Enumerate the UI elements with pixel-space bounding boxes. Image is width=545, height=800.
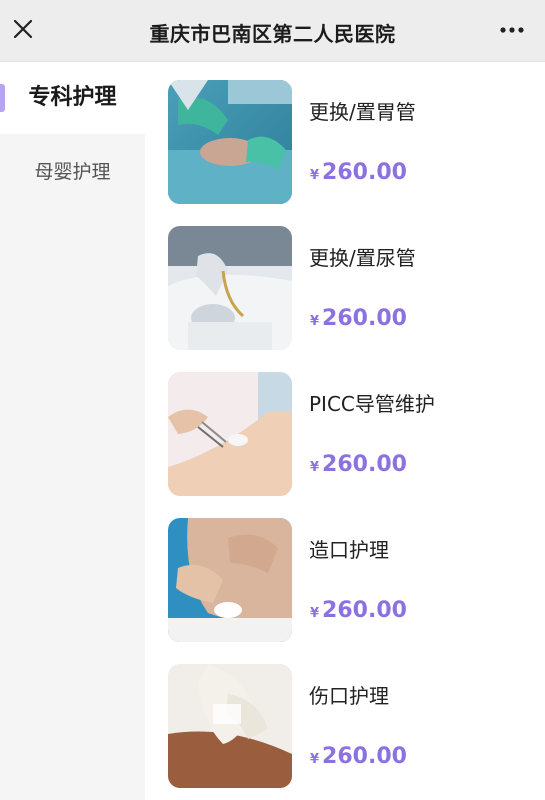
- service-card[interactable]: 造口护理 ¥260.00: [168, 518, 538, 642]
- currency-symbol: ¥: [310, 752, 320, 767]
- currency-symbol: ¥: [310, 314, 320, 329]
- service-list: 更换/置胃管 ¥260.00 更换/置尿管 ¥260.00 PICC导管维护 ¥…: [145, 62, 545, 800]
- service-price: ¥260.00: [310, 160, 407, 185]
- price-amount: 260.00: [322, 598, 407, 623]
- service-card[interactable]: 伤口护理 ¥260.00: [168, 664, 538, 788]
- service-title: 造口护理: [309, 538, 389, 562]
- service-title: 更换/置胃管: [309, 100, 416, 124]
- wound-care-photo: [168, 664, 292, 788]
- category-sidebar: 专科护理 母婴护理: [0, 62, 145, 800]
- top-bar: 重庆市巴南区第二人民医院: [0, 0, 545, 62]
- service-title: PICC导管维护: [309, 392, 435, 416]
- service-price: ¥260.00: [310, 306, 407, 331]
- catheter-photo: [168, 226, 292, 350]
- page-title: 重庆市巴南区第二人民医院: [149, 22, 396, 46]
- sidebar-item-label: 专科护理: [28, 85, 117, 110]
- stoma-care-photo: [168, 518, 292, 642]
- price-amount: 260.00: [322, 452, 407, 477]
- sidebar-item-specialty-care[interactable]: 专科护理: [0, 62, 145, 134]
- currency-symbol: ¥: [310, 168, 320, 183]
- service-price: ¥260.00: [310, 744, 407, 769]
- more-dots-icon[interactable]: [497, 20, 527, 40]
- currency-symbol: ¥: [310, 460, 320, 475]
- service-title: 更换/置尿管: [309, 246, 416, 270]
- service-price: ¥260.00: [310, 452, 407, 477]
- service-price: ¥260.00: [310, 598, 407, 623]
- price-amount: 260.00: [322, 306, 407, 331]
- sidebar-item-label: 母婴护理: [34, 161, 111, 183]
- service-title: 伤口护理: [309, 684, 389, 708]
- service-card[interactable]: PICC导管维护 ¥260.00: [168, 372, 538, 496]
- service-card[interactable]: 更换/置胃管 ¥260.00: [168, 80, 538, 204]
- currency-symbol: ¥: [310, 606, 320, 621]
- price-amount: 260.00: [322, 160, 407, 185]
- sidebar-item-maternal-infant-care[interactable]: 母婴护理: [0, 136, 145, 208]
- surgery-gloves-photo: [168, 80, 292, 204]
- picc-arm-photo: [168, 372, 292, 496]
- price-amount: 260.00: [322, 744, 407, 769]
- service-card[interactable]: 更换/置尿管 ¥260.00: [168, 226, 538, 350]
